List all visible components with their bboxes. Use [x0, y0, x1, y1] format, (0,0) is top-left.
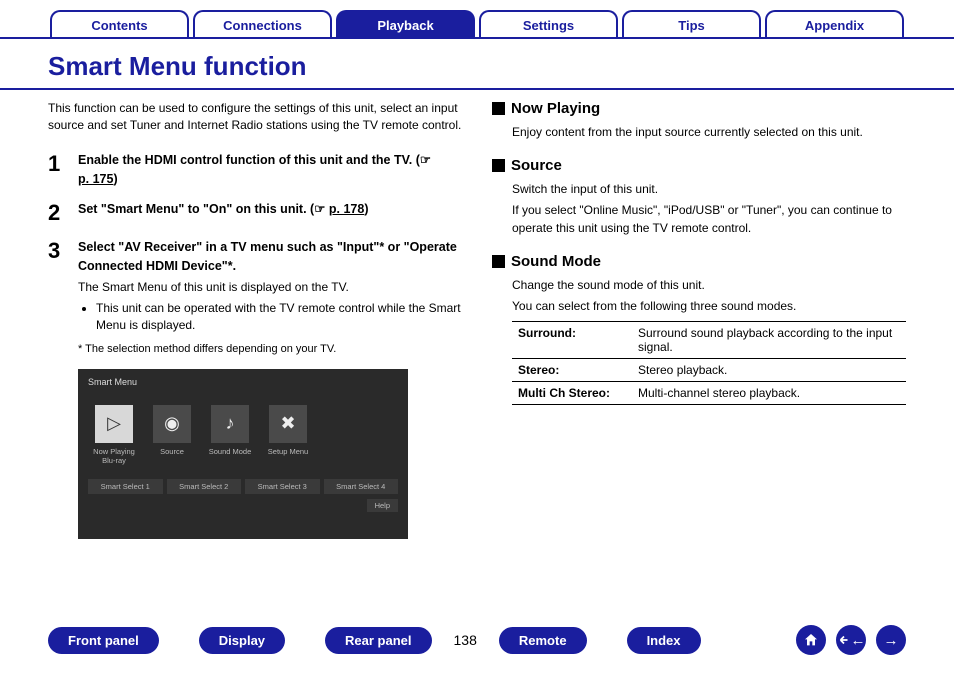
cell-multi-k: Multi Ch Stereo:: [512, 382, 632, 405]
sm-label-setup: Setup Menu: [262, 447, 314, 456]
step-1-number: 1: [48, 151, 78, 189]
source-icon: ◉: [153, 405, 191, 443]
hand-icon: ☞: [314, 202, 329, 216]
soundmode-p2: You can select from the following three …: [512, 297, 906, 315]
tab-connections[interactable]: Connections: [193, 10, 332, 37]
sm-select-1: Smart Select 1: [88, 479, 163, 494]
table-row: Stereo:Stereo playback.: [512, 359, 906, 382]
step-1-text-b: ): [113, 172, 117, 186]
step-2-number: 2: [48, 200, 78, 226]
square-bullet-icon: [492, 255, 505, 268]
step-2-text-a: Set "Smart Menu" to "On" on this unit. (: [78, 202, 314, 216]
section-source: Source Switch the input of this unit. If…: [492, 157, 906, 237]
page-title: Smart Menu function: [0, 39, 954, 90]
intro-text: This function can be used to configure t…: [48, 100, 462, 135]
bottom-nav: Front panel Display Rear panel 138 Remot…: [0, 625, 954, 655]
source-heading: Source: [511, 157, 562, 174]
soundmode-table: Surround:Surround sound playback accordi…: [512, 321, 906, 405]
step-3-plain: The Smart Menu of this unit is displayed…: [78, 278, 462, 296]
tools-icon: ✖: [269, 405, 307, 443]
tab-settings[interactable]: Settings: [479, 10, 618, 37]
nav-display[interactable]: Display: [199, 627, 285, 654]
right-column: Now Playing Enjoy content from the input…: [492, 100, 906, 539]
cell-stereo-k: Stereo:: [512, 359, 632, 382]
left-column: This function can be used to configure t…: [48, 100, 462, 539]
square-bullet-icon: [492, 102, 505, 115]
nav-front-panel[interactable]: Front panel: [48, 627, 159, 654]
step-3-bold: Select "AV Receiver" in a TV menu such a…: [78, 238, 462, 276]
section-soundmode: Sound Mode Change the sound mode of this…: [492, 253, 906, 405]
source-p2: If you select "Online Music", "iPod/USB"…: [512, 201, 906, 237]
note-icon: ♪: [211, 405, 249, 443]
prev-page-icon[interactable]: ←: [836, 625, 866, 655]
home-icon[interactable]: [796, 625, 826, 655]
step-3: 3 Select "AV Receiver" in a TV menu such…: [48, 238, 462, 354]
step-2-text-b: ): [364, 202, 368, 216]
nav-rear-panel[interactable]: Rear panel: [325, 627, 431, 654]
step-1-text-a: Enable the HDMI control function of this…: [78, 153, 420, 167]
step-1-pageref[interactable]: p. 175: [78, 172, 113, 186]
page-number: 138: [454, 632, 477, 648]
hand-icon: ☞: [420, 153, 431, 167]
step-2: 2 Set "Smart Menu" to "On" on this unit.…: [48, 200, 462, 226]
nav-remote[interactable]: Remote: [499, 627, 587, 654]
nowplaying-heading: Now Playing: [511, 100, 600, 117]
nav-index[interactable]: Index: [627, 627, 701, 654]
sm-label-sound: Sound Mode: [204, 447, 256, 456]
square-bullet-icon: [492, 159, 505, 172]
soundmode-heading: Sound Mode: [511, 253, 601, 270]
step-3-bullet: This unit can be operated with the TV re…: [96, 300, 462, 335]
top-tabs: Contents Connections Playback Settings T…: [0, 0, 954, 39]
nowplaying-p1: Enjoy content from the input source curr…: [512, 123, 906, 141]
tab-tips[interactable]: Tips: [622, 10, 761, 37]
section-nowplaying: Now Playing Enjoy content from the input…: [492, 100, 906, 141]
smart-menu-screenshot: Smart Menu ▷ Now Playing Blu-ray ◉ Sourc…: [78, 369, 408, 539]
sm-icon-setup: ✖ Setup Menu: [262, 405, 314, 465]
sm-select-4: Smart Select 4: [324, 479, 399, 494]
play-icon: ▷: [95, 405, 133, 443]
table-row: Multi Ch Stereo:Multi-channel stereo pla…: [512, 382, 906, 405]
cell-multi-v: Multi-channel stereo playback.: [632, 382, 906, 405]
sm-label-source: Source: [146, 447, 198, 456]
cell-surround-v: Surround sound playback according to the…: [632, 322, 906, 359]
cell-stereo-v: Stereo playback.: [632, 359, 906, 382]
step-1: 1 Enable the HDMI control function of th…: [48, 151, 462, 189]
tab-contents[interactable]: Contents: [50, 10, 189, 37]
sm-help: Help: [367, 499, 398, 512]
source-p1: Switch the input of this unit.: [512, 180, 906, 198]
sm-title: Smart Menu: [88, 377, 398, 387]
next-page-icon[interactable]: →: [876, 625, 906, 655]
sm-select-2: Smart Select 2: [167, 479, 242, 494]
sm-label-now: Now Playing Blu-ray: [88, 447, 140, 465]
sm-select-3: Smart Select 3: [245, 479, 320, 494]
sm-icon-nowplaying: ▷ Now Playing Blu-ray: [88, 405, 140, 465]
tab-playback[interactable]: Playback: [336, 10, 475, 37]
tab-appendix[interactable]: Appendix: [765, 10, 904, 37]
step-2-pageref[interactable]: p. 178: [329, 202, 364, 216]
sm-icon-sound: ♪ Sound Mode: [204, 405, 256, 465]
soundmode-p1: Change the sound mode of this unit.: [512, 276, 906, 294]
sm-icon-source: ◉ Source: [146, 405, 198, 465]
cell-surround-k: Surround:: [512, 322, 632, 359]
step-3-number: 3: [48, 238, 78, 354]
table-row: Surround:Surround sound playback accordi…: [512, 322, 906, 359]
step-3-footnote: * The selection method differs depending…: [78, 343, 462, 355]
